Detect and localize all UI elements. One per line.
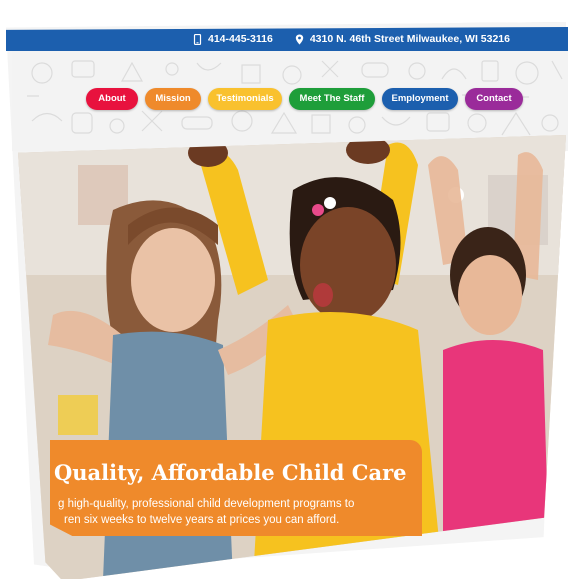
phone-number[interactable]: 414-445-3116 [208,33,273,45]
phone-icon [193,33,202,45]
hero-description: g high-quality, professional child devel… [58,496,404,528]
nav-mission-button[interactable]: Mission [145,88,201,110]
screenshot: 414-445-3116 4310 N. 46th Street Milwauk… [0,0,568,579]
contact-bar: 414-445-3116 4310 N. 46th Street Milwauk… [6,27,568,51]
hero-title: Quality, Affordable Child Care [54,460,407,485]
main-nav: About Mission Testimonials Meet The Staf… [86,88,523,110]
location-pin-icon [295,34,304,44]
nav-meet-the-staff-button[interactable]: Meet The Staff [289,88,375,110]
nav-employment-button[interactable]: Employment [382,88,458,110]
address[interactable]: 4310 N. 46th Street Milwaukee, WI 53216 [310,33,510,45]
nav-contact-button[interactable]: Contact [465,88,523,110]
contact-info: 414-445-3116 4310 N. 46th Street Milwauk… [193,33,510,45]
hero-description-line-1: g high-quality, professional child devel… [58,498,355,510]
nav-about-button[interactable]: About [86,88,138,110]
nav-testimonials-button[interactable]: Testimonials [208,88,282,110]
hero-description-line-2: ren six weeks to twelve years at prices … [64,514,340,526]
